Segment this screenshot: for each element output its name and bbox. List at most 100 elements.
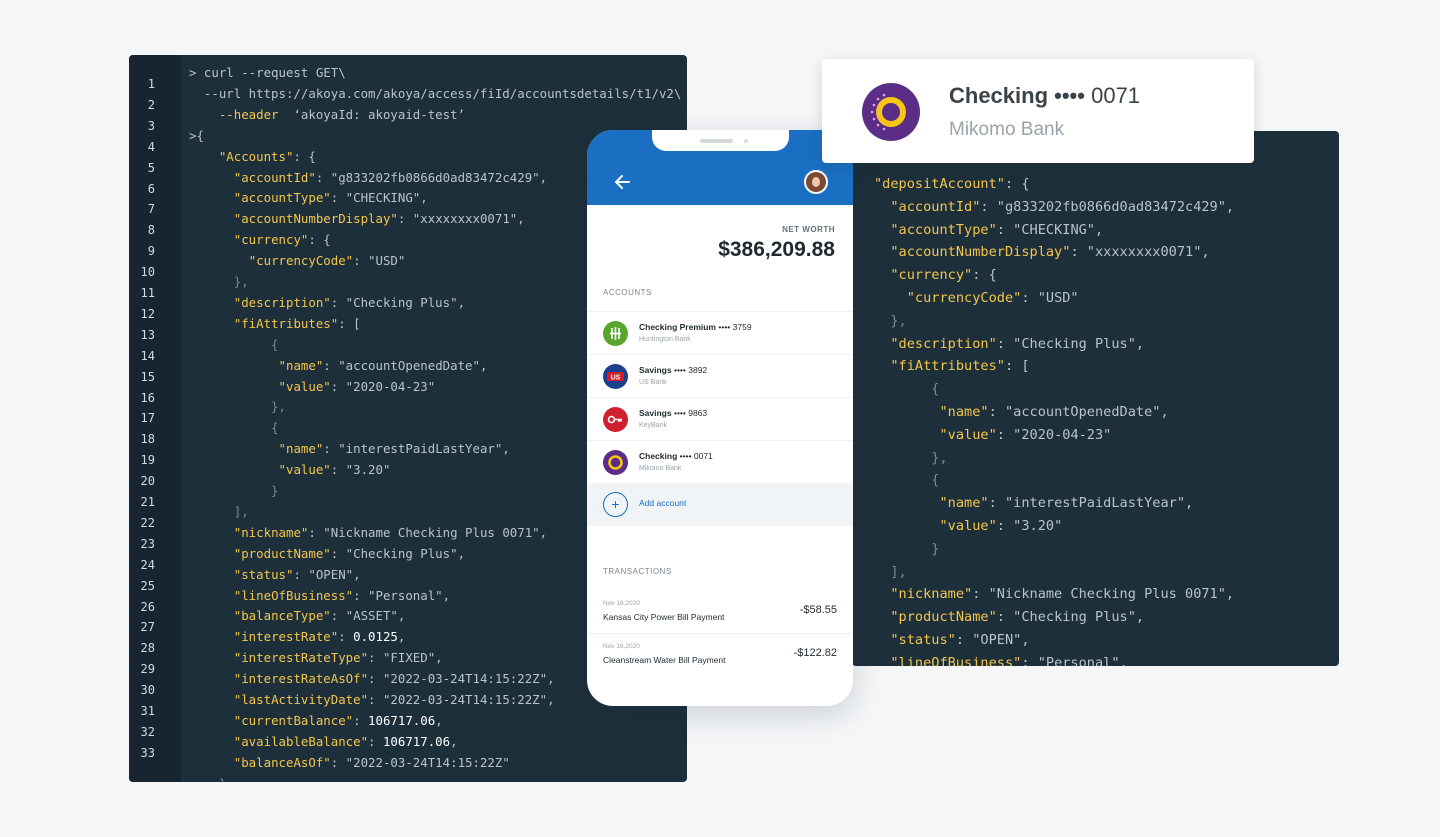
code-line: "currency": { bbox=[233, 232, 331, 248]
code-line: "depositAccount": { bbox=[874, 176, 1030, 192]
line-number: 24 bbox=[140, 557, 155, 572]
account-bank: Mikomo Bank bbox=[639, 465, 682, 472]
code-line: "lineOfBusiness": "Personal", bbox=[890, 654, 1128, 666]
code-line: "nickname": "Nickname Checking Plus 0071… bbox=[233, 524, 548, 540]
code-line: "name": "interestPaidLastYear", bbox=[939, 495, 1194, 512]
code-line: "productName": "Checking Plus", bbox=[233, 545, 466, 561]
keybank-logo-icon bbox=[603, 407, 628, 432]
transaction-date: Nov 16,2020 bbox=[603, 600, 640, 607]
code-line: "name": "accountOpenedDate", bbox=[278, 357, 488, 373]
code-line: }, bbox=[874, 449, 948, 466]
plus-icon: + bbox=[603, 492, 628, 517]
account-summary-card: Checking •••• 0071 Mikomo Bank bbox=[822, 59, 1254, 163]
code-line: "availableBalance": 106717.06, bbox=[233, 733, 458, 749]
code-line: "nickname": "Nickname Checking Plus 0071… bbox=[890, 586, 1235, 603]
notch-camera bbox=[744, 139, 748, 143]
line-number: 18 bbox=[140, 432, 155, 447]
net-worth-label: NET WORTH bbox=[782, 225, 835, 234]
account-name: Checking Premium •••• 3759 bbox=[639, 322, 752, 332]
code-line: }, bbox=[189, 274, 249, 289]
svg-text:US: US bbox=[611, 375, 621, 382]
code-line: "productName": "Checking Plus", bbox=[890, 609, 1145, 626]
account-row[interactable]: Savings •••• 9863 KeyBank bbox=[587, 397, 853, 441]
line-number: 17 bbox=[140, 411, 155, 426]
account-bank: KeyBank bbox=[639, 422, 668, 429]
phone-mockup: NET WORTH $386,209.88 ACCOUNTS Checking … bbox=[587, 130, 853, 706]
deposit-account-code-panel: "depositAccount": { "accountId": "g83320… bbox=[852, 131, 1339, 666]
transaction-amount: -$122.82 bbox=[793, 647, 837, 659]
code-line: "value": "3.20" bbox=[939, 518, 1063, 534]
line-number: 9 bbox=[147, 244, 155, 259]
code-line: { bbox=[189, 336, 279, 352]
code-line: "currencyCode": "USD" bbox=[248, 253, 406, 269]
code-line: { bbox=[189, 420, 279, 436]
code-line: --header ‘akoyaId: akoyaid-test’ bbox=[189, 106, 466, 122]
line-number-gutter: 1 2 3 4 5 6 7 8 9 10 11 12 13 14 15 16 17 18 19 20 21 22 23 24 2… bbox=[129, 55, 181, 782]
line-number: 19 bbox=[140, 453, 155, 468]
mikomo-logo-icon bbox=[603, 450, 628, 475]
code-line: "interestRateType": "FIXED", bbox=[233, 650, 443, 666]
code-line: "fiAttributes": [ bbox=[233, 315, 361, 331]
code-line: "description": "Checking Plus", bbox=[890, 335, 1145, 352]
code-line: "accountId": "g833202fb0866d0ad83472c429… bbox=[890, 198, 1235, 215]
mikomo-bank-logo-icon bbox=[862, 83, 920, 141]
account-name: Savings •••• 9863 bbox=[639, 408, 708, 418]
code-line: >{ bbox=[189, 127, 204, 143]
avatar[interactable] bbox=[804, 170, 828, 194]
line-number: 27 bbox=[140, 620, 155, 635]
line-number: 8 bbox=[147, 223, 155, 238]
code-line: { bbox=[874, 381, 940, 398]
code-line: > curl --request GET\ bbox=[189, 65, 346, 80]
line-number: 33 bbox=[140, 745, 155, 760]
huntington-logo-icon bbox=[603, 321, 628, 346]
code-line: "name": "accountOpenedDate", bbox=[939, 404, 1169, 420]
accounts-section-label: ACCOUNTS bbox=[603, 288, 652, 297]
line-number: 14 bbox=[140, 348, 155, 363]
code-line: "interestRate": 0.0125, bbox=[233, 629, 406, 645]
code-line: "status": "OPEN", bbox=[233, 566, 361, 582]
account-row[interactable]: US Savings •••• 3892 US Bank bbox=[587, 354, 853, 398]
line-number: 7 bbox=[147, 202, 155, 217]
code-line: } bbox=[874, 540, 940, 557]
transaction-row[interactable]: Nov 16,2020 Kansas City Power Bill Payme… bbox=[587, 591, 853, 634]
code-line: --url https://akoya.com/akoya/access/fiI… bbox=[189, 85, 682, 101]
phone-app-header bbox=[587, 130, 853, 205]
transaction-name: Kansas City Power Bill Payment bbox=[603, 612, 725, 622]
code-line: "status": "OPEN", bbox=[890, 632, 1030, 648]
account-row[interactable]: Checking Premium •••• 3759 Huntington Ba… bbox=[587, 311, 853, 355]
code-line: "accountId": "g833202fb0866d0ad83472c429… bbox=[233, 169, 548, 185]
code-line: "accountNumberDisplay": "xxxxxxxx0071", bbox=[233, 211, 525, 227]
line-number: 11 bbox=[140, 286, 155, 300]
add-account-label: Add account bbox=[639, 498, 687, 508]
usbank-logo-icon: US bbox=[603, 364, 628, 389]
line-number: 12 bbox=[140, 306, 155, 321]
transaction-row[interactable]: Nov 16,2020 Cleanstream Water Bill Payme… bbox=[587, 633, 853, 677]
code-line: "fiAttributes": [ bbox=[890, 358, 1030, 375]
line-number: 5 bbox=[147, 160, 155, 175]
code-line: ], bbox=[874, 563, 907, 580]
line-number: 13 bbox=[140, 327, 155, 342]
arrow-left-icon[interactable] bbox=[609, 168, 637, 196]
code-line: "accountNumberDisplay": "xxxxxxxx0071", bbox=[890, 244, 1210, 261]
code-line: "accountType": "CHECKING", bbox=[890, 221, 1104, 238]
account-bank-name: Mikomo Bank bbox=[949, 119, 1065, 140]
code-line: "currency": { bbox=[890, 267, 997, 284]
line-number: 26 bbox=[140, 599, 155, 614]
account-title: Checking •••• 0071 bbox=[949, 83, 1141, 108]
code-line: "value": "2020-04-23" bbox=[939, 426, 1112, 443]
code-line: "description": "Checking Plus", bbox=[233, 294, 466, 310]
transaction-date: Nov 16,2020 bbox=[603, 643, 640, 650]
transaction-name: Cleanstream Water Bill Payment bbox=[603, 655, 726, 665]
account-name: Checking •••• 0071 bbox=[639, 451, 713, 461]
add-account-button[interactable]: + Add account bbox=[587, 483, 853, 526]
code-line: "lineOfBusiness": "Personal", bbox=[233, 587, 451, 603]
account-row[interactable]: Checking •••• 0071 Mikomo Bank bbox=[587, 440, 853, 484]
line-number: 22 bbox=[140, 515, 155, 530]
account-name: Savings •••• 3892 bbox=[639, 365, 708, 375]
transaction-amount: -$58.55 bbox=[799, 604, 837, 616]
line-number: 20 bbox=[140, 474, 155, 489]
code-line: "balanceType": "ASSET", bbox=[233, 608, 406, 624]
phone-notch bbox=[652, 130, 789, 151]
line-number: 10 bbox=[140, 265, 155, 280]
line-number: 6 bbox=[147, 181, 155, 196]
